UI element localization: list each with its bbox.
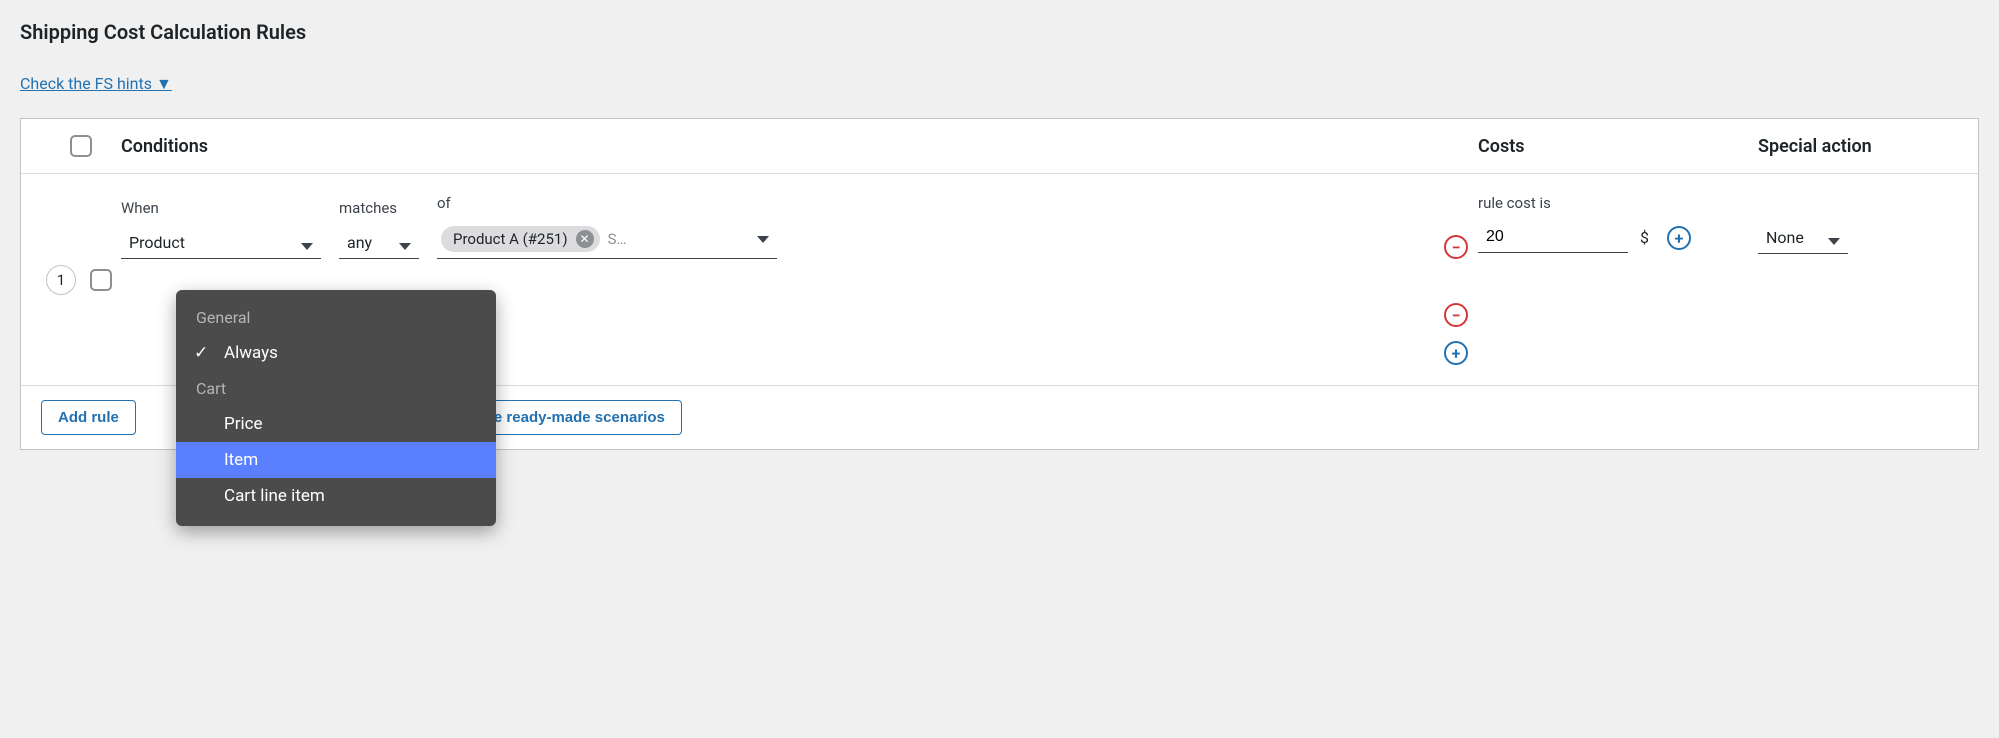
rule-checkbox[interactable] [90,269,112,291]
condition-line: When Product matches any of Product A [121,194,1478,259]
page-heading: Shipping Cost Calculation Rules [20,20,1979,44]
dropdown-group-general: General [176,300,496,335]
matches-select[interactable]: any [339,227,419,259]
remove-condition-button[interactable]: − [1444,303,1468,327]
hints-link[interactable]: Check the FS hints ▼ [20,74,172,94]
check-icon: ✓ [194,343,208,363]
dropdown-item-price[interactable]: Price [176,406,496,442]
add-condition-button[interactable]: + [1444,341,1468,365]
chevron-down-icon[interactable] [757,236,769,243]
select-all-checkbox[interactable] [70,135,92,157]
dropdown-group-cart: Cart [176,371,496,406]
of-label: of [437,194,1416,212]
add-rule-button[interactable]: Add rule [41,400,136,435]
col-conditions: Conditions [121,136,1478,157]
col-costs: Costs [1478,136,1758,157]
remove-condition-button[interactable]: − [1444,235,1468,259]
when-select[interactable]: Product [121,227,321,259]
tags-placeholder: S… [608,230,749,248]
dropdown-item-cartline[interactable]: Cart line item [176,478,496,514]
when-label: When [121,199,321,217]
cost-label: rule cost is [1478,194,1628,212]
dropdown-item-always[interactable]: ✓ Always [176,335,496,371]
cost-input[interactable] [1478,222,1628,253]
add-cost-button[interactable]: + [1667,226,1691,250]
currency-symbol: $ [1640,194,1649,247]
matches-label: matches [339,199,419,217]
when-dropdown-open: General ✓ Always Cart Price Item Cart li… [176,290,496,526]
product-tags-field[interactable]: Product A (#251) ✕ S… [437,222,777,259]
dropdown-item-item[interactable]: Item [176,442,496,478]
col-special: Special action [1758,136,1958,157]
tag-text: Product A (#251) [453,230,568,248]
special-action-select[interactable]: None [1758,222,1848,254]
rule-number: 1 [46,265,76,295]
rules-container: Conditions Costs Special action 1 When P… [20,118,1979,450]
rule-row: 1 When Product matches any [21,174,1978,386]
remove-tag-icon[interactable]: ✕ [576,230,594,248]
product-tag: Product A (#251) ✕ [441,226,600,252]
table-header: Conditions Costs Special action [21,119,1978,174]
